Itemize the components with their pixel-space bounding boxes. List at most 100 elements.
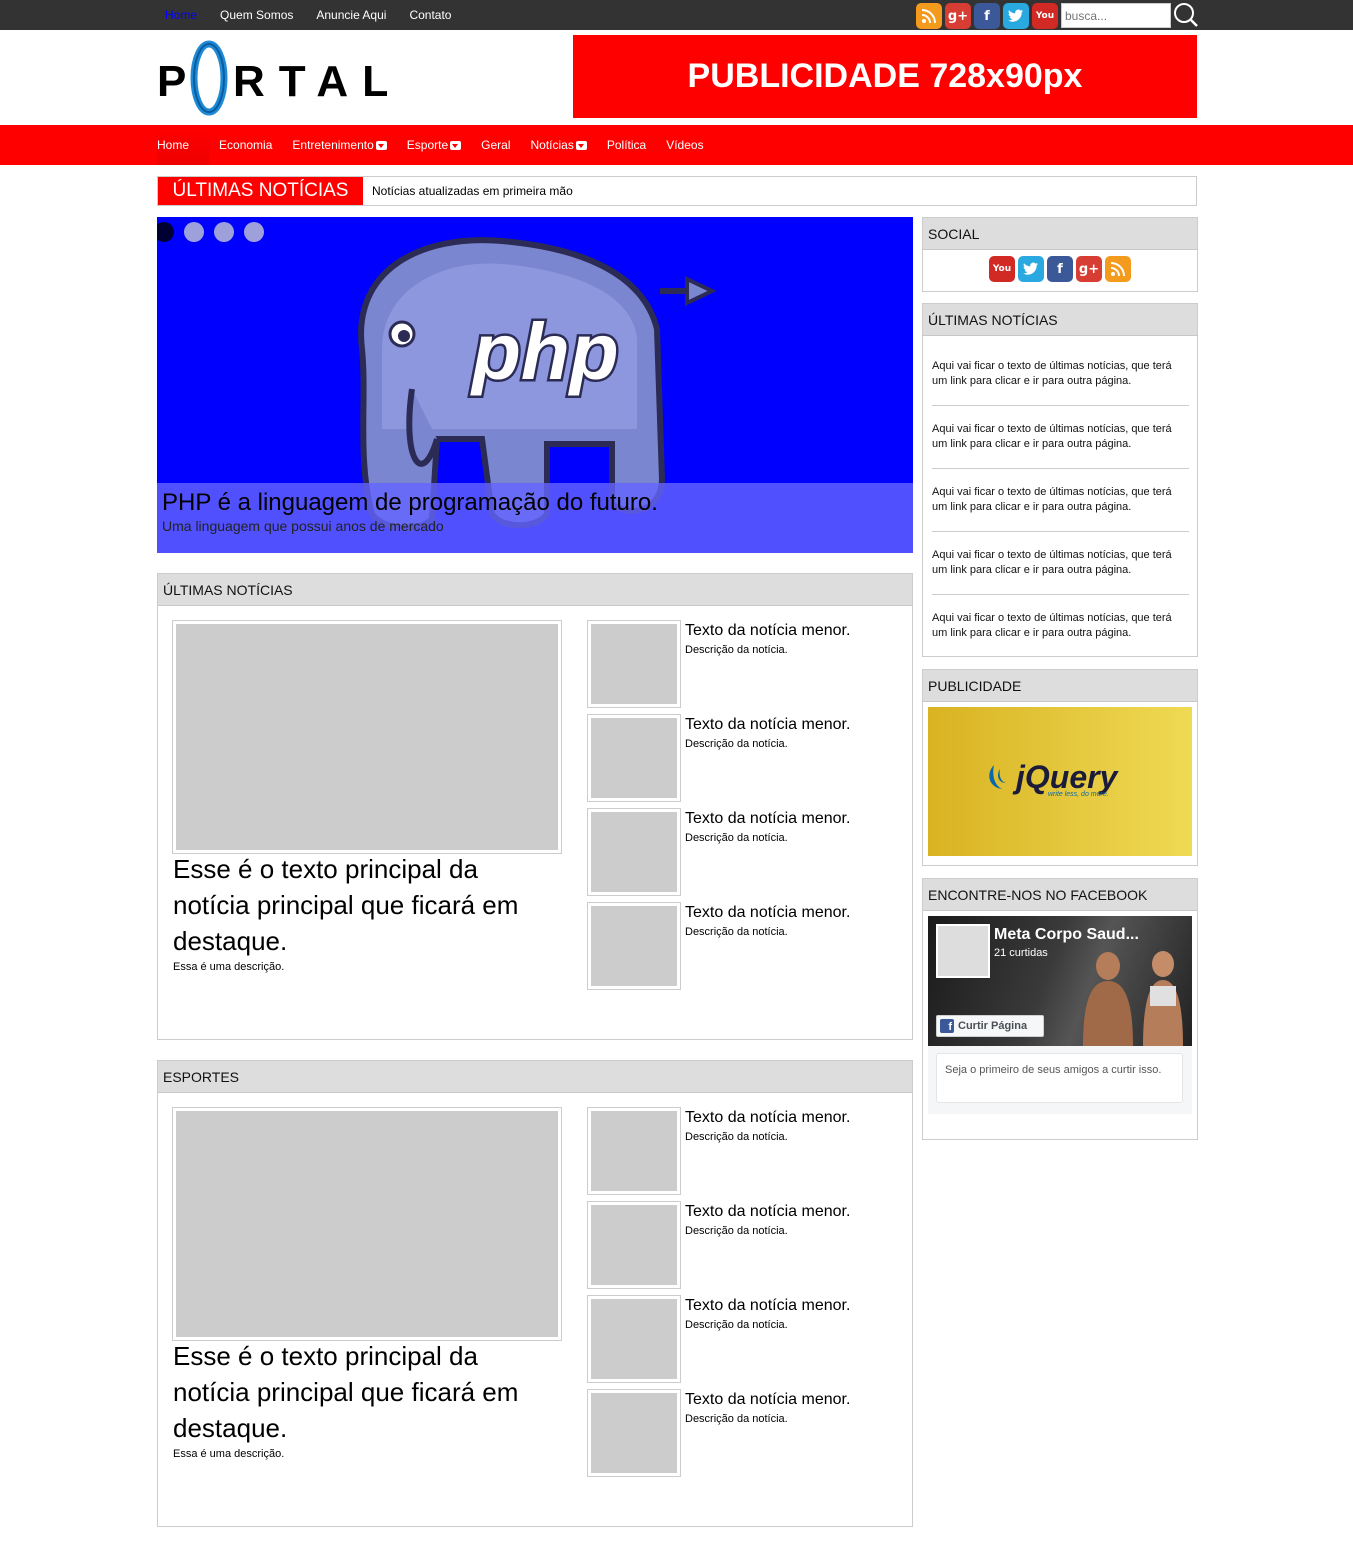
facebook-page-name[interactable]: Meta Corpo Saud... — [994, 926, 1139, 944]
ticker-label: ÚLTIMAS NOTÍCIAS — [158, 177, 363, 205]
nav-item-videos[interactable]: Vídeos — [656, 125, 713, 165]
ad-banner[interactable]: PUBLICIDADE 728x90px — [573, 35, 1197, 118]
top-nav-contato[interactable]: Contato — [409, 8, 451, 22]
chevron-down-icon — [575, 140, 587, 150]
news-item-title[interactable]: Texto da notícia menor. — [685, 810, 850, 828]
news-thumbnail[interactable] — [587, 808, 681, 896]
news-thumbnail[interactable] — [587, 902, 681, 990]
news-item-desc: Descrição da notícia. — [685, 832, 788, 844]
slider-title[interactable]: PHP é a linguagem de programação do futu… — [162, 489, 908, 517]
jquery-logo-icon — [989, 765, 1006, 789]
nav-label: Vídeos — [666, 138, 704, 152]
divider — [932, 468, 1189, 469]
chevron-down-icon — [450, 140, 462, 150]
search-icon[interactable] — [1171, 1, 1199, 29]
sidebar-facebook: ENCONTRE-NOS NO FACEBOOK Meta Corpo Saud… — [922, 878, 1198, 1140]
news-thumbnail[interactable] — [587, 1107, 681, 1195]
nav-item-noticias[interactable]: Notícias — [520, 125, 596, 165]
news-thumbnail[interactable] — [587, 1295, 681, 1383]
news-ticker: ÚLTIMAS NOTÍCIAS Notícias atualizadas em… — [157, 176, 1197, 206]
list-item[interactable]: Texto da notícia menor. Descrição da not… — [587, 1389, 888, 1477]
facebook-page-widget: Meta Corpo Saud... 21 curtidas f Curtir … — [928, 916, 1192, 1114]
svg-text:RTAL: RTAL — [233, 57, 387, 106]
php-logo-text: php — [470, 307, 619, 396]
ticker-text[interactable]: Notícias atualizadas em primeira mão — [372, 177, 573, 205]
top-nav-anuncie-aqui[interactable]: Anuncie Aqui — [316, 8, 386, 22]
facebook-page-avatar[interactable] — [936, 924, 990, 978]
divider — [932, 405, 1189, 406]
news-item-desc: Descrição da notícia. — [685, 1131, 788, 1143]
sidebar-social-title: SOCIAL — [923, 218, 1197, 250]
main-nav: Home Economia Entretenimento Esporte Ger… — [0, 125, 1353, 165]
rss-icon[interactable] — [916, 3, 942, 29]
nav-label: Economia — [219, 138, 273, 152]
nav-item-entretenimento[interactable]: Entretenimento — [282, 125, 396, 165]
rss-icon[interactable] — [1105, 256, 1131, 282]
facebook-cover-image[interactable]: Meta Corpo Saud... 21 curtidas f Curtir … — [928, 916, 1192, 1046]
news-thumbnail[interactable] — [587, 1389, 681, 1477]
news-thumbnail[interactable] — [587, 1201, 681, 1289]
facebook-icon: f — [940, 1019, 954, 1033]
featured-title[interactable]: Esse é o texto principal da notícia prin… — [173, 851, 553, 959]
featured-image[interactable] — [172, 1107, 562, 1341]
divider — [932, 531, 1189, 532]
top-nav-quem-somos[interactable]: Quem Somos — [220, 8, 293, 22]
news-item-title[interactable]: Texto da notícia menor. — [685, 1297, 850, 1315]
list-item[interactable]: Texto da notícia menor. Descrição da not… — [587, 902, 888, 990]
nav-item-economia[interactable]: Economia — [209, 125, 282, 165]
slider-dot[interactable] — [244, 222, 264, 242]
nav-item-home[interactable]: Home — [157, 125, 210, 165]
news-item-desc: Descrição da notícia. — [685, 1225, 788, 1237]
slider-dot[interactable] — [157, 222, 174, 242]
news-item-title[interactable]: Texto da notícia menor. — [685, 716, 850, 734]
google-plus-icon[interactable]: g+ — [945, 3, 971, 29]
sidebar-news-item[interactable]: Aqui vai ficar o texto de últimas notíci… — [932, 548, 1189, 578]
nav-item-politica[interactable]: Política — [597, 125, 656, 165]
list-item[interactable]: Texto da notícia menor. Descrição da not… — [587, 620, 888, 708]
news-item-title[interactable]: Texto da notícia menor. — [685, 904, 850, 922]
search-input[interactable] — [1061, 3, 1171, 28]
slider-dot[interactable] — [214, 222, 234, 242]
sidebar-social-icons: You f g+ — [923, 250, 1197, 282]
twitter-icon[interactable] — [1018, 256, 1044, 282]
news-item-title[interactable]: Texto da notícia menor. — [685, 1203, 850, 1221]
featured-image[interactable] — [172, 620, 562, 854]
youtube-icon[interactable]: You — [989, 256, 1015, 282]
list-item[interactable]: Texto da notícia menor. Descrição da not… — [587, 808, 888, 896]
jquery-ad[interactable]: jQuery write less, do more. — [928, 707, 1192, 856]
news-item-title[interactable]: Texto da notícia menor. — [685, 1109, 850, 1127]
sidebar-news-item[interactable]: Aqui vai ficar o texto de últimas notíci… — [932, 611, 1189, 641]
news-thumbnail[interactable] — [587, 714, 681, 802]
news-item-title[interactable]: Texto da notícia menor. — [685, 1391, 850, 1409]
facebook-icon[interactable]: f — [974, 3, 1000, 29]
slider-dots — [157, 222, 264, 242]
nav-item-geral[interactable]: Geral — [471, 125, 520, 165]
news-item-title[interactable]: Texto da notícia menor. — [685, 622, 850, 640]
top-bar: Home Quem Somos Anuncie Aqui Contato g+ … — [0, 0, 1353, 30]
featured-title[interactable]: Esse é o texto principal da notícia prin… — [173, 1338, 553, 1446]
slider-dot[interactable] — [184, 222, 204, 242]
sidebar-ad: PUBLICIDADE jQuery write less, do more. — [922, 669, 1198, 866]
nav-item-esporte[interactable]: Esporte — [397, 125, 471, 165]
sidebar-news-item[interactable]: Aqui vai ficar o texto de últimas notíci… — [932, 422, 1189, 452]
list-item[interactable]: Texto da notícia menor. Descrição da not… — [587, 714, 888, 802]
google-plus-icon[interactable]: g+ — [1076, 256, 1102, 282]
news-thumbnail[interactable] — [587, 620, 681, 708]
twitter-icon[interactable] — [1003, 3, 1029, 29]
chevron-down-icon — [375, 140, 387, 150]
section-title: ESPORTES — [158, 1061, 912, 1093]
sidebar-news-item[interactable]: Aqui vai ficar o texto de últimas notíci… — [932, 485, 1189, 515]
divider — [932, 594, 1189, 595]
list-item[interactable]: Texto da notícia menor. Descrição da not… — [587, 1201, 888, 1289]
site-logo[interactable]: P RTAL — [157, 40, 389, 116]
sidebar-news-item[interactable]: Aqui vai ficar o texto de últimas notíci… — [932, 359, 1189, 389]
featured-slider[interactable]: php PHP é a linguagem de programação do … — [157, 217, 913, 553]
youtube-icon[interactable]: You — [1032, 3, 1058, 29]
facebook-icon[interactable]: f — [1047, 256, 1073, 282]
facebook-likes-count: 21 curtidas — [994, 947, 1048, 959]
list-item[interactable]: Texto da notícia menor. Descrição da not… — [587, 1107, 888, 1195]
facebook-like-button[interactable]: f Curtir Página — [936, 1015, 1044, 1037]
list-item[interactable]: Texto da notícia menor. Descrição da not… — [587, 1295, 888, 1383]
top-nav-home[interactable]: Home — [165, 8, 197, 22]
nav-label: Notícias — [530, 138, 574, 152]
